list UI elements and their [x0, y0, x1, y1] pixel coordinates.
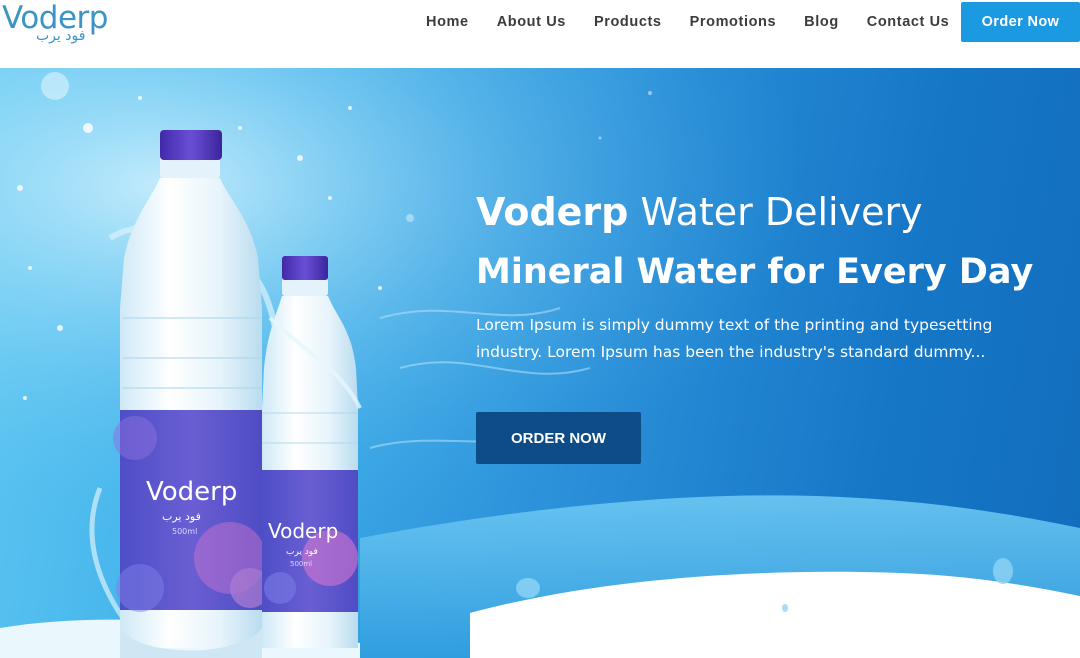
main-nav: Home About Us Products Promotions Blog C… — [412, 0, 963, 44]
nav-blog[interactable]: Blog — [804, 14, 839, 30]
small-bottle-volume-text: 500ml — [290, 560, 312, 568]
hero-title-brand: Voderp — [476, 190, 629, 234]
small-bottle-brand-text: Voderp — [268, 519, 338, 543]
nav-promotions[interactable]: Promotions — [690, 14, 777, 30]
nav-about-us[interactable]: About Us — [497, 14, 566, 30]
small-bottle-arabic-text: فود يرب — [286, 547, 318, 557]
hero-description: Lorem Ipsum is simply dummy text of the … — [476, 316, 993, 361]
nav-products[interactable]: Products — [594, 14, 662, 30]
hero-banner: Voderp فود يرب 500ml Voderp فود يرب 500m… — [0, 68, 1080, 658]
voderp-logo[interactable]: Voderp فود يرب — [0, 0, 140, 48]
hero-subtitle: Mineral Water for Every Day — [476, 252, 1034, 292]
nav-contact-us[interactable]: Contact Us — [867, 14, 950, 30]
hero-order-now-button[interactable]: ORDER NOW — [476, 412, 641, 464]
hero-title: Voderp Water Delivery — [476, 186, 1066, 238]
nav-home[interactable]: Home — [426, 14, 469, 30]
logo-arabic-text: فود يرب — [36, 28, 86, 44]
large-bottle-volume-text: 500ml — [172, 527, 197, 536]
hero-text-block: Voderp Water Delivery Mineral Water for … — [476, 186, 1066, 366]
site-header: Voderp فود يرب Home About Us Products Pr… — [0, 0, 1080, 68]
large-bottle-arabic-text: فود يرب — [162, 510, 201, 523]
large-bottle-brand-text: Voderp — [146, 477, 237, 507]
order-now-button[interactable]: Order Now — [961, 2, 1080, 42]
hero-title-rest: Water Delivery — [628, 190, 923, 234]
